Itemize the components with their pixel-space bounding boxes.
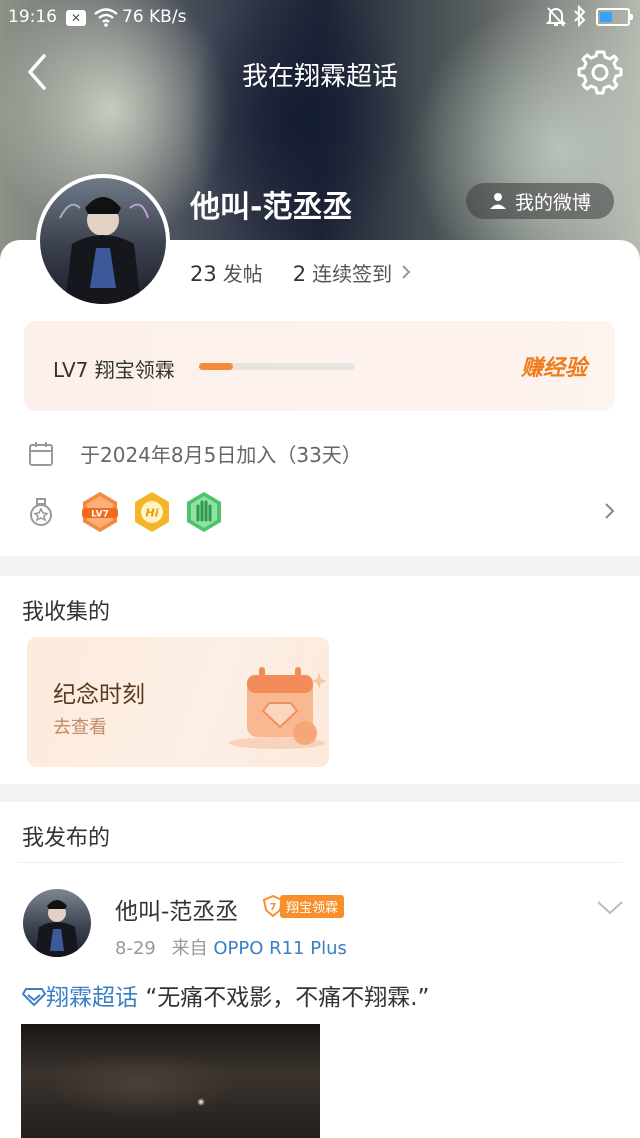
join-date-row: 于2024年8月5日加入（33天） — [28, 439, 362, 468]
collection-title: 我收集的 — [22, 600, 111, 625]
collection-section: 我收集的 纪念时刻 去查看 — [0, 576, 640, 784]
notification-x-icon: ✕ — [66, 10, 86, 26]
posts-section: 我发布的 他叫-范丞丞 7 翔宝领霖 8-29 来自 OPPO R11 Plus… — [0, 802, 640, 1138]
level-progress-fill — [199, 363, 234, 370]
memory-card-subtitle: 去查看 — [53, 717, 107, 738]
checkin-count: 2 — [292, 262, 307, 286]
post-from-prefix: 来自 — [171, 938, 208, 959]
post-level-num: 7 — [270, 902, 277, 913]
post-author-name[interactable]: 他叫-范丞丞 — [115, 892, 238, 926]
post-text-body: “无痛不戏影，不痛不翔霖.” — [145, 985, 430, 1011]
badge-lv7[interactable]: LV7 — [80, 490, 120, 534]
memory-moments-card[interactable]: 纪念时刻 去查看 — [27, 637, 329, 767]
posts-count: 23 — [190, 262, 217, 286]
divider — [18, 862, 622, 863]
post-device[interactable]: OPPO R11 Plus — [213, 938, 347, 959]
status-time: 19:16 — [8, 7, 57, 27]
calendar-gift-icon — [229, 667, 327, 749]
page-title: 我在翔霖超话 — [241, 62, 398, 92]
post-author-avatar[interactable] — [23, 889, 91, 957]
diamond-topic-icon — [21, 988, 47, 1007]
battery-level — [600, 12, 612, 22]
calendar-icon — [29, 441, 53, 466]
memory-card-title: 纪念时刻 — [53, 682, 145, 708]
earn-exp-button[interactable]: 赚经验 — [521, 350, 587, 382]
person-icon — [489, 193, 506, 209]
level-label: LV7 翔宝领霖 — [53, 358, 175, 382]
posts-section-title: 我发布的 — [22, 826, 111, 851]
wifi-icon — [93, 6, 119, 33]
bluetooth-icon — [572, 4, 588, 32]
join-date-text: 于2024年8月5日加入（33天） — [80, 443, 362, 467]
post-level-tag: 7 翔宝领霖 — [262, 894, 345, 918]
status-bar: 19:16 ✕ 76 KB/s — [0, 0, 640, 34]
posts-label: 发帖 — [222, 262, 263, 286]
profile-stats: 23 发帖 2 连续签到 — [190, 258, 414, 287]
chevron-down-icon[interactable] — [596, 898, 624, 918]
my-weibo-button[interactable]: 我的微博 — [466, 183, 614, 219]
settings-button[interactable] — [576, 48, 624, 96]
my-weibo-label: 我的微博 — [514, 191, 591, 214]
post-content: 翔霖超话 “无痛不戏影，不痛不翔霖.” — [21, 978, 430, 1012]
post-meta: 8-29 来自 OPPO R11 Plus — [115, 934, 347, 960]
level-progress-bar — [199, 363, 355, 370]
chevron-right-icon — [605, 503, 615, 519]
badge-hi-text: Hi — [146, 507, 159, 520]
medal-icon — [30, 498, 52, 526]
post-date: 8-29 — [115, 938, 156, 959]
level-panel[interactable]: LV7 翔宝领霖 赚经验 — [24, 321, 615, 411]
network-speed: 76 KB/s — [122, 7, 187, 27]
checkin-stat[interactable]: 2 连续签到 — [293, 258, 414, 287]
post-level-tag-text: 翔宝领霖 — [280, 894, 345, 918]
posts-stat[interactable]: 23 发帖 — [190, 258, 263, 287]
badge-hi[interactable]: Hi — [132, 490, 172, 534]
badge-hand[interactable] — [184, 490, 224, 534]
badge-row[interactable]: LV7 Hi — [28, 490, 618, 534]
badge-list: LV7 Hi — [80, 490, 224, 534]
badge-lv7-text: LV7 — [91, 510, 109, 520]
profile-username: 他叫-范丞丞 — [190, 190, 353, 225]
post-image[interactable] — [21, 1024, 320, 1138]
gear-icon — [577, 50, 623, 95]
user-avatar[interactable] — [36, 174, 170, 308]
bell-muted-icon — [545, 6, 567, 33]
battery-icon — [596, 8, 633, 26]
post-topic-text: 翔霖超话 — [46, 985, 138, 1011]
checkin-label: 连续签到 — [312, 262, 393, 286]
chevron-right-icon — [402, 265, 411, 279]
post-topic-link[interactable]: 翔霖超话 — [21, 985, 145, 1011]
